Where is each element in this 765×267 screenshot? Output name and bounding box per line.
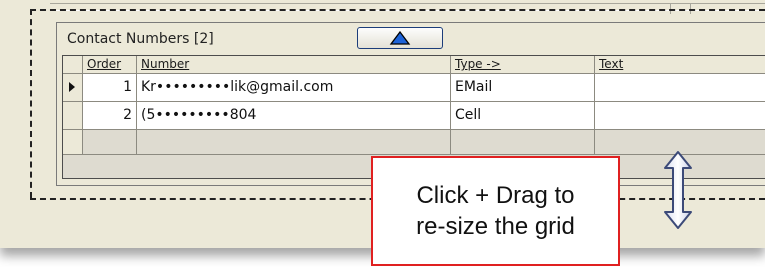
column-header-text[interactable]: Text [595,56,765,73]
callout-line-1: Click + Drag to [416,182,575,209]
new-row[interactable] [63,130,765,155]
callout-line-2: re-size the grid [416,213,575,240]
collapse-panel-button[interactable] [357,27,443,49]
resize-tip-callout: Click + Drag to re-size the grid [371,156,620,266]
panel-title: Contact Numbers [2] [67,31,214,47]
column-header-order[interactable]: Order [83,56,137,73]
cell-order[interactable]: 2 [83,102,137,129]
column-header-number[interactable]: Number [137,56,451,73]
cell-order[interactable]: 1 [83,74,137,101]
cell-type[interactable] [451,130,595,154]
grid-header: Order Number Type -> Text [63,56,765,74]
row-selector[interactable] [63,130,83,154]
header-indicator [63,56,83,73]
cell-number[interactable] [137,130,451,154]
resize-guide-top [30,9,765,11]
table-row[interactable]: 1 Kr•••••••••lik@gmail.com EMail [63,74,765,102]
cell-text[interactable] [595,102,765,129]
cell-type[interactable]: EMail [451,74,595,101]
row-pointer-icon [69,82,75,92]
row-selector[interactable] [63,74,83,101]
cell-number[interactable]: (5•••••••••804 [137,102,451,129]
cell-order[interactable] [83,130,137,154]
triangle-up-icon [389,30,411,45]
cell-type[interactable]: Cell [451,102,595,129]
vertical-resize-arrow-icon[interactable] [662,150,694,234]
resize-guide-left [30,9,32,198]
cell-number[interactable]: Kr•••••••••lik@gmail.com [137,74,451,101]
row-selector[interactable] [63,102,83,129]
column-header-type[interactable]: Type -> [451,56,595,73]
cell-text[interactable] [595,74,765,101]
table-row[interactable]: 2 (5•••••••••804 Cell [63,102,765,130]
